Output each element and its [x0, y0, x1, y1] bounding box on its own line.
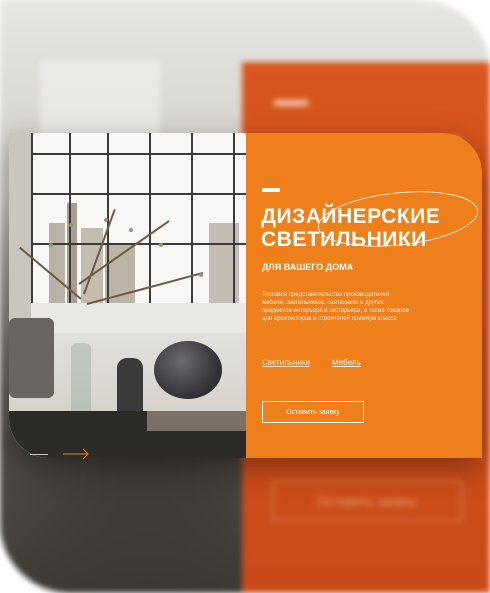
tray: [147, 411, 246, 431]
window-mullion: [149, 133, 151, 303]
window-mullion: [233, 133, 235, 303]
background-dash: [274, 100, 308, 106]
background-cta: Оставить заявку: [272, 481, 462, 521]
hero-title-line: ДИЗАЙНЕРСКИЕ: [261, 205, 441, 228]
window-mullion: [191, 133, 193, 303]
leaf: [129, 228, 133, 232]
window-mullion: [31, 133, 33, 303]
submit-request-button[interactable]: Оставить заявку: [262, 401, 364, 423]
hero-subtitle: ДЛЯ ВАШЕГО ДОМА: [262, 262, 354, 272]
arrow-right-icon[interactable]: [62, 446, 90, 462]
link-furniture[interactable]: Мебель: [332, 358, 361, 367]
leaf: [49, 243, 53, 247]
slider-previous-indicator[interactable]: [30, 454, 48, 455]
hero-card: ДИЗАЙНЕРСКИЕ СВЕТИЛЬНИКИ ДЛЯ ВАШЕГО ДОМА…: [9, 133, 482, 458]
leaf: [69, 223, 73, 227]
accent-dash: [262, 188, 280, 192]
leaf: [104, 218, 108, 222]
hero-title: ДИЗАЙНЕРСКИЕ СВЕТИЛЬНИКИ: [261, 205, 476, 251]
leaf: [199, 273, 203, 277]
leather-pouf: [154, 341, 222, 399]
city-building: [49, 223, 65, 303]
window-mullion: [69, 133, 71, 303]
link-lighting[interactable]: Светильники: [262, 358, 310, 367]
window-transom: [31, 153, 246, 155]
leaf: [159, 243, 163, 247]
sofa: [9, 318, 54, 398]
hero-title-line: СВЕТИЛЬНИКИ: [261, 228, 427, 251]
hero-panel: ДИЗАЙНЕРСКИЕ СВЕТИЛЬНИКИ ДЛЯ ВАШЕГО ДОМА…: [246, 133, 482, 458]
interior-photo: [9, 133, 246, 458]
hero-description: Торговое представительство производителе…: [262, 292, 409, 322]
window-transom: [31, 193, 246, 195]
